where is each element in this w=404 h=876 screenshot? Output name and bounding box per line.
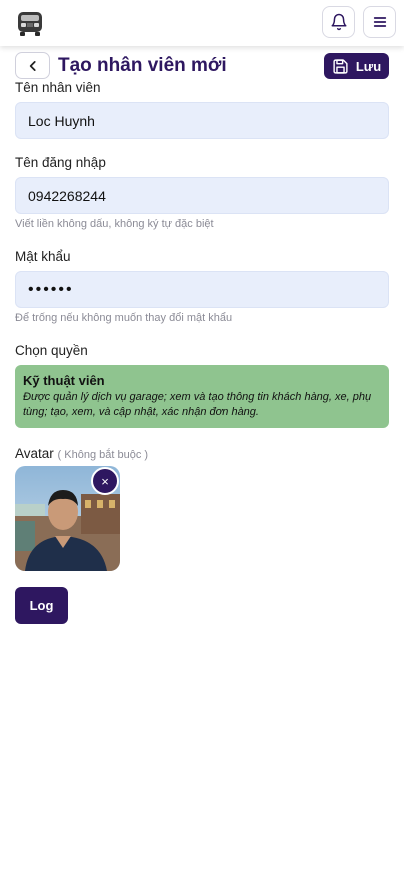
log-button[interactable]: Log bbox=[15, 587, 68, 624]
employee-name-input[interactable]: Loc Huynh bbox=[15, 102, 389, 139]
menu-button[interactable] bbox=[363, 6, 396, 38]
car-logo-icon[interactable] bbox=[15, 8, 45, 38]
username-hint: Viết liền không dấu, không ký tự đặc biệ… bbox=[15, 218, 214, 230]
password-label: Mật khẩu bbox=[15, 249, 71, 264]
chevron-left-icon bbox=[29, 60, 36, 71]
username-input[interactable]: 0942268244 bbox=[15, 177, 389, 214]
username-label: Tên đăng nhập bbox=[15, 155, 106, 170]
role-label: Chọn quyền bbox=[15, 343, 88, 358]
password-hint: Để trống nếu không muốn thay đổi mật khẩ… bbox=[15, 312, 233, 324]
page-header: Tạo nhân viên mới Lưu bbox=[15, 52, 389, 80]
log-button-label: Log bbox=[29, 598, 54, 613]
bell-icon bbox=[331, 13, 346, 31]
top-bar bbox=[0, 0, 404, 46]
close-icon: × bbox=[101, 473, 109, 489]
avatar-label: Avatar bbox=[15, 446, 54, 461]
employee-name-label: Tên nhân viên bbox=[15, 80, 101, 95]
back-button[interactable] bbox=[15, 52, 50, 79]
save-button[interactable]: Lưu bbox=[324, 53, 389, 79]
avatar-label-row: Avatar ( Không bắt buộc ) bbox=[15, 446, 148, 461]
avatar-remove-button[interactable]: × bbox=[91, 467, 119, 495]
role-description: Được quản lý dịch vụ garage; xem và tạo … bbox=[23, 391, 372, 418]
floppy-disk-icon bbox=[333, 58, 348, 74]
role-title: Kỹ thuật viên bbox=[23, 373, 105, 388]
hamburger-menu-icon bbox=[373, 17, 386, 27]
avatar-optional-note: ( Không bắt buộc ) bbox=[57, 449, 149, 461]
save-label: Lưu bbox=[355, 58, 382, 74]
employee-name-value: Loc Huynh bbox=[28, 112, 95, 129]
username-value: 0942268244 bbox=[28, 187, 106, 204]
page-title: Tạo nhân viên mới bbox=[58, 55, 227, 76]
password-value: •••••• bbox=[28, 280, 74, 298]
password-input[interactable]: •••••• bbox=[15, 271, 389, 308]
notification-button[interactable] bbox=[322, 6, 355, 38]
role-option-technician[interactable]: Kỹ thuật viên Được quản lý dịch vụ garag… bbox=[15, 365, 389, 428]
